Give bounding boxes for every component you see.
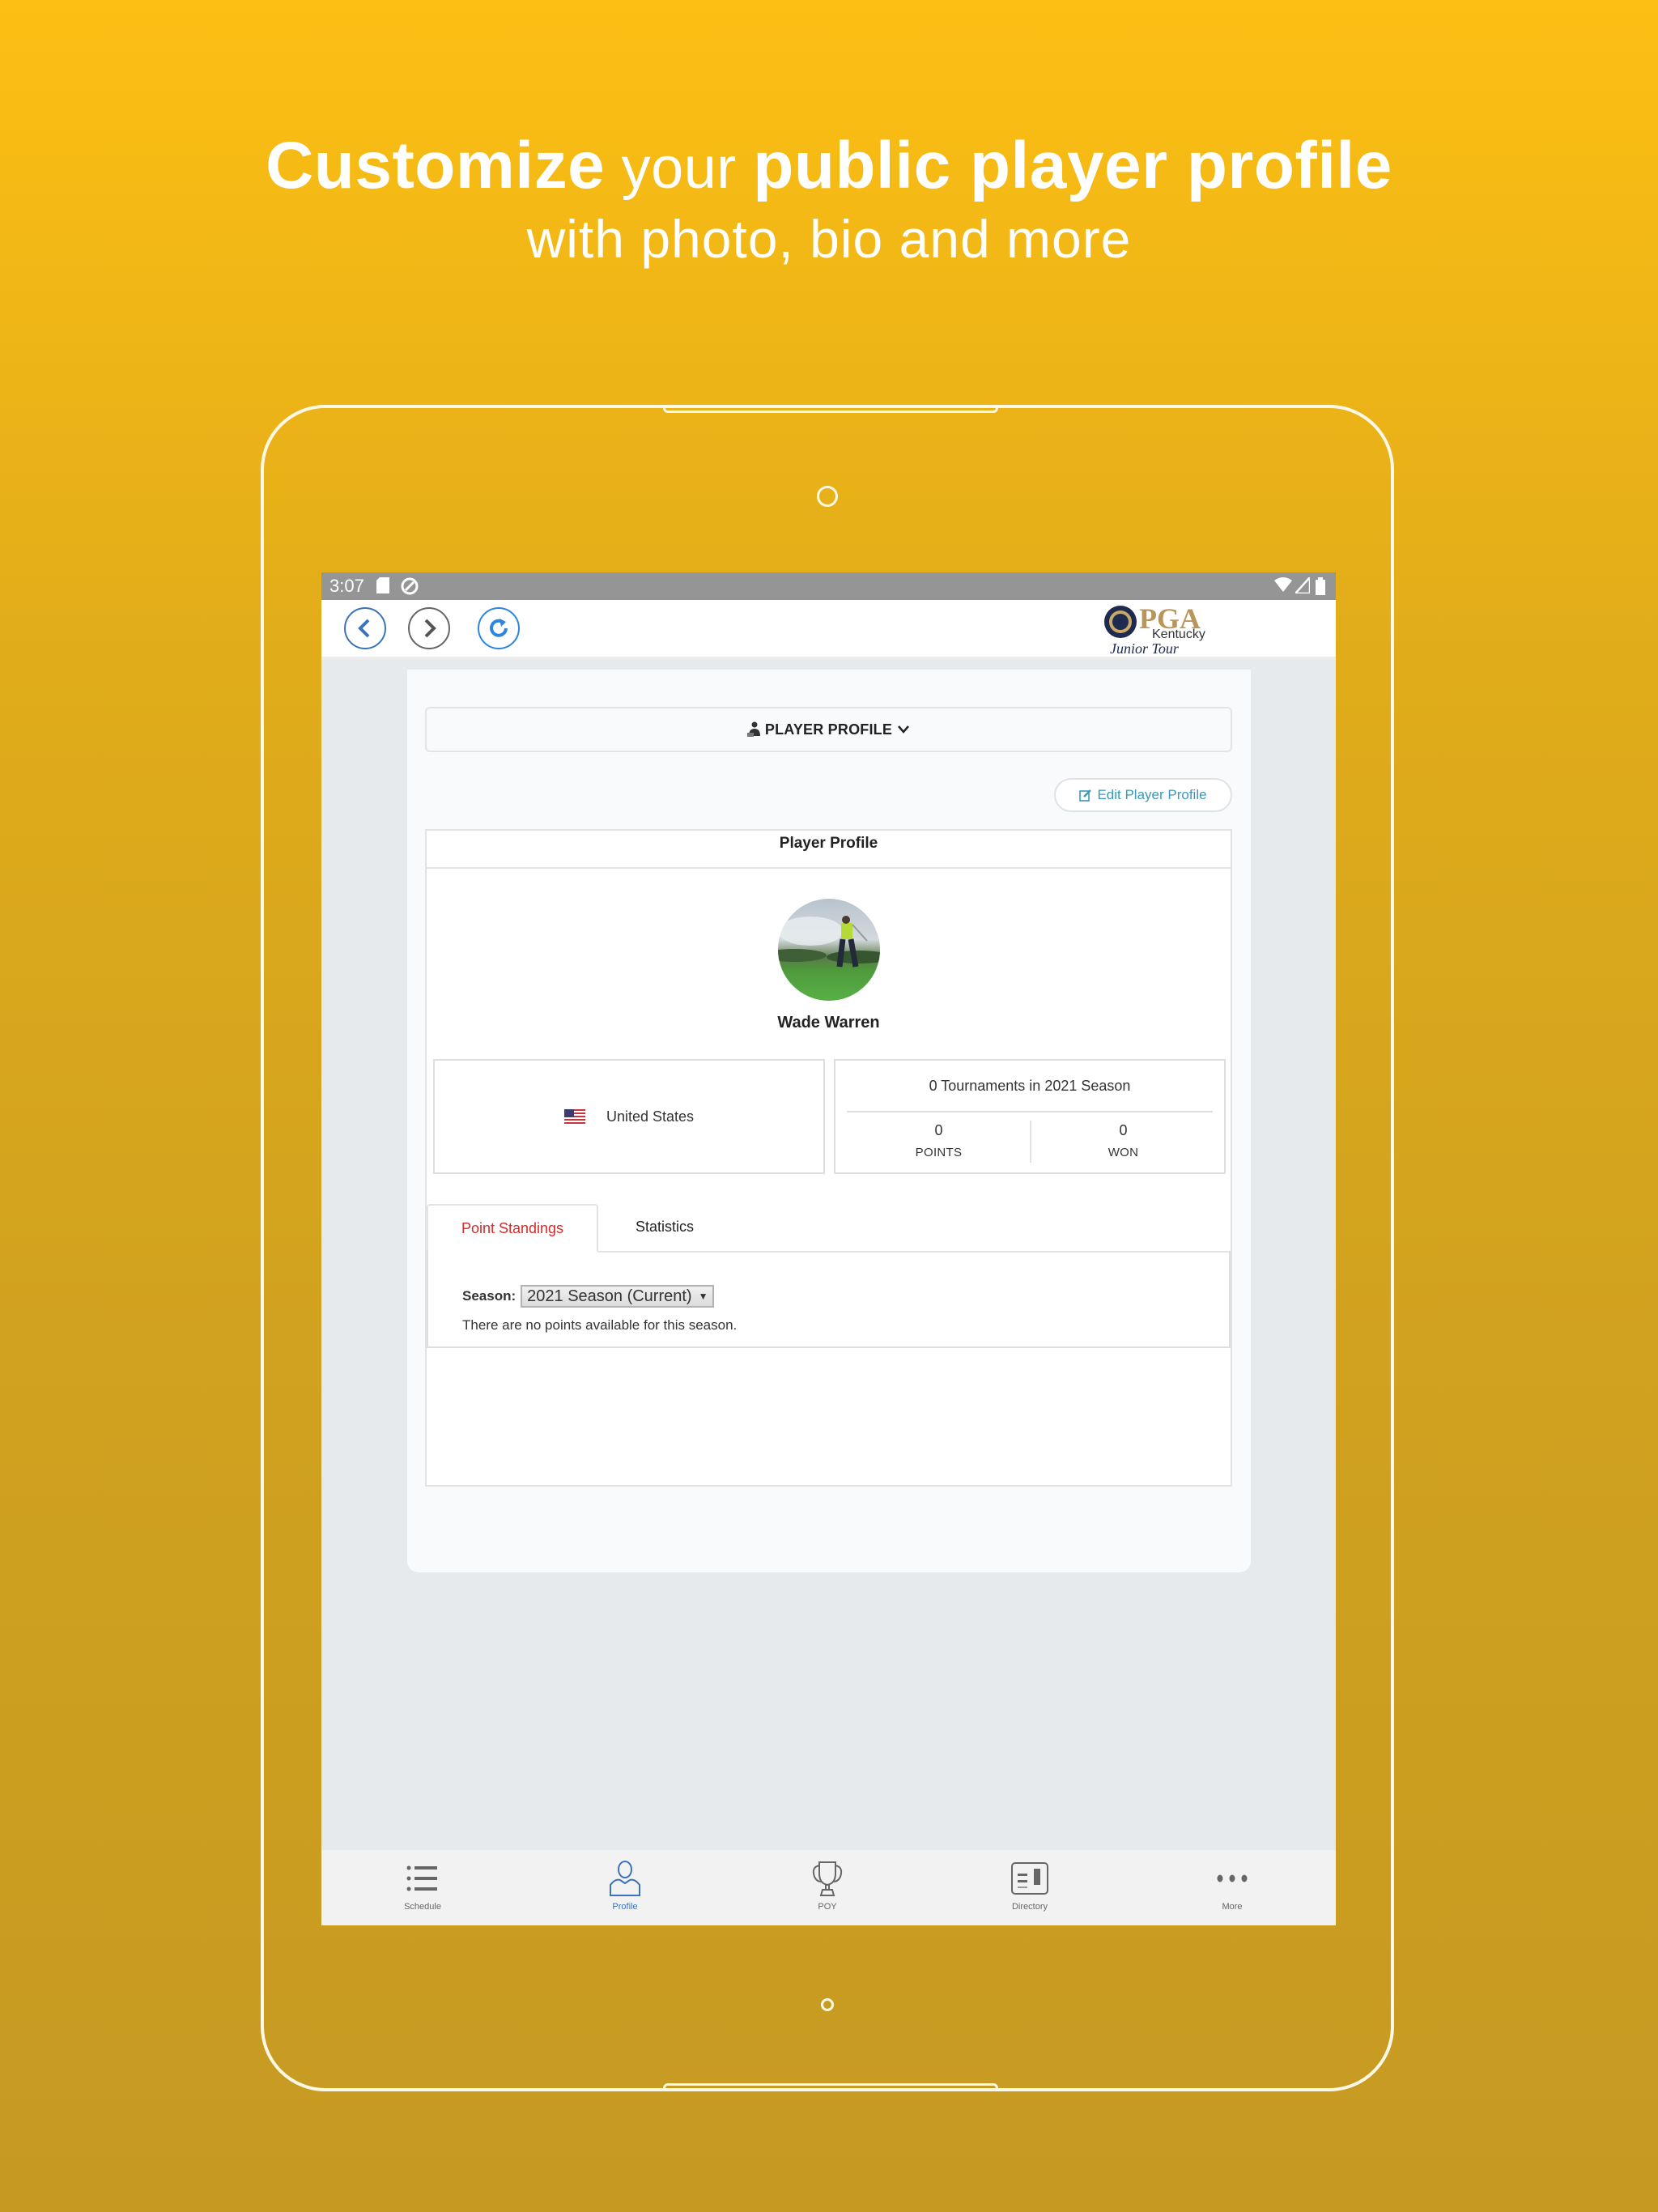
nav-schedule[interactable]: Schedule xyxy=(321,1858,524,1912)
profile-tabs: Point Standings Statistics xyxy=(427,1204,1231,1253)
player-profile-card: Player Profile Wade Warren United States… xyxy=(425,829,1232,1487)
profile-panel: PLAYER PROFILE Edit Player Profile Playe… xyxy=(407,670,1251,1572)
us-flag-icon xyxy=(563,1109,585,1124)
nav-profile[interactable]: Profile xyxy=(524,1858,726,1912)
season-selected: 2021 Season (Current) xyxy=(527,1287,692,1305)
sync-icon xyxy=(401,577,419,600)
stat-value: 0 xyxy=(934,1122,943,1138)
tablet-bottom-slot xyxy=(663,2083,998,2091)
season-row: Season: 2021 Season (Current) ▼ xyxy=(462,1285,715,1308)
status-bar: 3:07 xyxy=(321,572,1336,600)
refresh-icon xyxy=(490,619,508,637)
stat-value: 0 xyxy=(1119,1122,1128,1138)
player-name: Wade Warren xyxy=(777,1014,880,1032)
app-header: PGA Kentucky Junior Tour xyxy=(321,600,1336,660)
point-standings-pane: Season: 2021 Season (Current) ▼ There ar… xyxy=(427,1251,1231,1348)
dropdown-arrow-icon: ▼ xyxy=(698,1291,708,1302)
device-screen: 3:07 PGA Kentucky Junior Tour PLAYER PRO… xyxy=(321,572,1336,1925)
home-sensor xyxy=(821,1998,834,2011)
nav-label: More xyxy=(1222,1902,1243,1912)
promo-subheadline: with photo, bio and more xyxy=(526,209,1132,269)
section-dropdown-label: PLAYER PROFILE xyxy=(764,721,893,738)
edit-profile-label: Edit Player Profile xyxy=(1097,787,1207,802)
forward-button[interactable] xyxy=(408,607,450,649)
pga-seal-icon xyxy=(1104,606,1137,638)
country-box: United States xyxy=(433,1059,825,1174)
stat-label: POINTS xyxy=(915,1146,963,1159)
headline-part: public player profile xyxy=(753,129,1392,202)
tournaments-count: 0 Tournaments in 2021 Season xyxy=(847,1061,1213,1112)
chevron-right-icon xyxy=(424,619,436,638)
signal-icon xyxy=(1293,574,1312,598)
content-area: PLAYER PROFILE Edit Player Profile Playe… xyxy=(321,670,1336,1850)
refresh-button[interactable] xyxy=(478,607,520,649)
season-label: Season: xyxy=(462,1288,517,1304)
stat-won: 0 WON xyxy=(1031,1122,1215,1159)
chevron-down-icon xyxy=(898,725,910,734)
section-dropdown[interactable]: PLAYER PROFILE xyxy=(425,707,1232,752)
promo-headline: Customize your public player profile xyxy=(0,121,1658,213)
headline-part: Customize xyxy=(266,129,606,202)
pga-kentucky-logo: PGA Kentucky Junior Tour xyxy=(1103,602,1233,657)
country-name: United States xyxy=(606,1108,695,1125)
tab-statistics[interactable]: Statistics xyxy=(600,1204,729,1251)
wifi-icon xyxy=(1274,577,1292,598)
edit-profile-button[interactable]: Edit Player Profile xyxy=(1054,778,1232,812)
status-time: 3:07 xyxy=(329,576,364,596)
nav-label: Schedule xyxy=(404,1902,441,1912)
stat-points: 0 POINTS xyxy=(847,1122,1031,1159)
tab-point-standings[interactable]: Point Standings xyxy=(427,1204,598,1253)
sd-card-icon xyxy=(376,577,389,598)
nav-directory[interactable]: Directory xyxy=(929,1858,1131,1912)
back-button[interactable] xyxy=(344,607,386,649)
front-camera xyxy=(817,486,838,507)
trophy-icon xyxy=(812,1861,843,1896)
nav-label: Profile xyxy=(612,1902,638,1912)
person-icon xyxy=(610,1861,640,1896)
directory-icon xyxy=(1011,1862,1048,1895)
battery-icon xyxy=(1316,577,1325,600)
nav-label: Directory xyxy=(1011,1902,1048,1912)
tablet-top-slot xyxy=(663,405,998,413)
headline-part: your xyxy=(605,136,754,201)
nav-more[interactable]: More xyxy=(1131,1858,1333,1912)
stat-label: WON xyxy=(1107,1146,1139,1159)
player-avatar xyxy=(778,899,880,1001)
user-badge-icon xyxy=(746,721,760,737)
bottom-nav: Schedule Profile POY Directory More xyxy=(321,1850,1336,1925)
season-select[interactable]: 2021 Season (Current) ▼ xyxy=(521,1285,715,1308)
chevron-left-icon xyxy=(358,619,370,638)
empty-message: There are no points available for this s… xyxy=(462,1317,738,1333)
season-summary-box: 0 Tournaments in 2021 Season 0 POINTS 0 … xyxy=(834,1059,1226,1174)
card-title: Player Profile xyxy=(427,831,1231,869)
nav-label: POY xyxy=(818,1902,837,1912)
golfer-photo xyxy=(778,916,880,968)
edit-icon xyxy=(1079,789,1092,802)
nav-poy[interactable]: POY xyxy=(726,1858,929,1912)
list-icon xyxy=(406,1865,437,1891)
logo-tagline: Junior Tour xyxy=(1110,640,1179,657)
more-icon xyxy=(1217,1874,1248,1882)
